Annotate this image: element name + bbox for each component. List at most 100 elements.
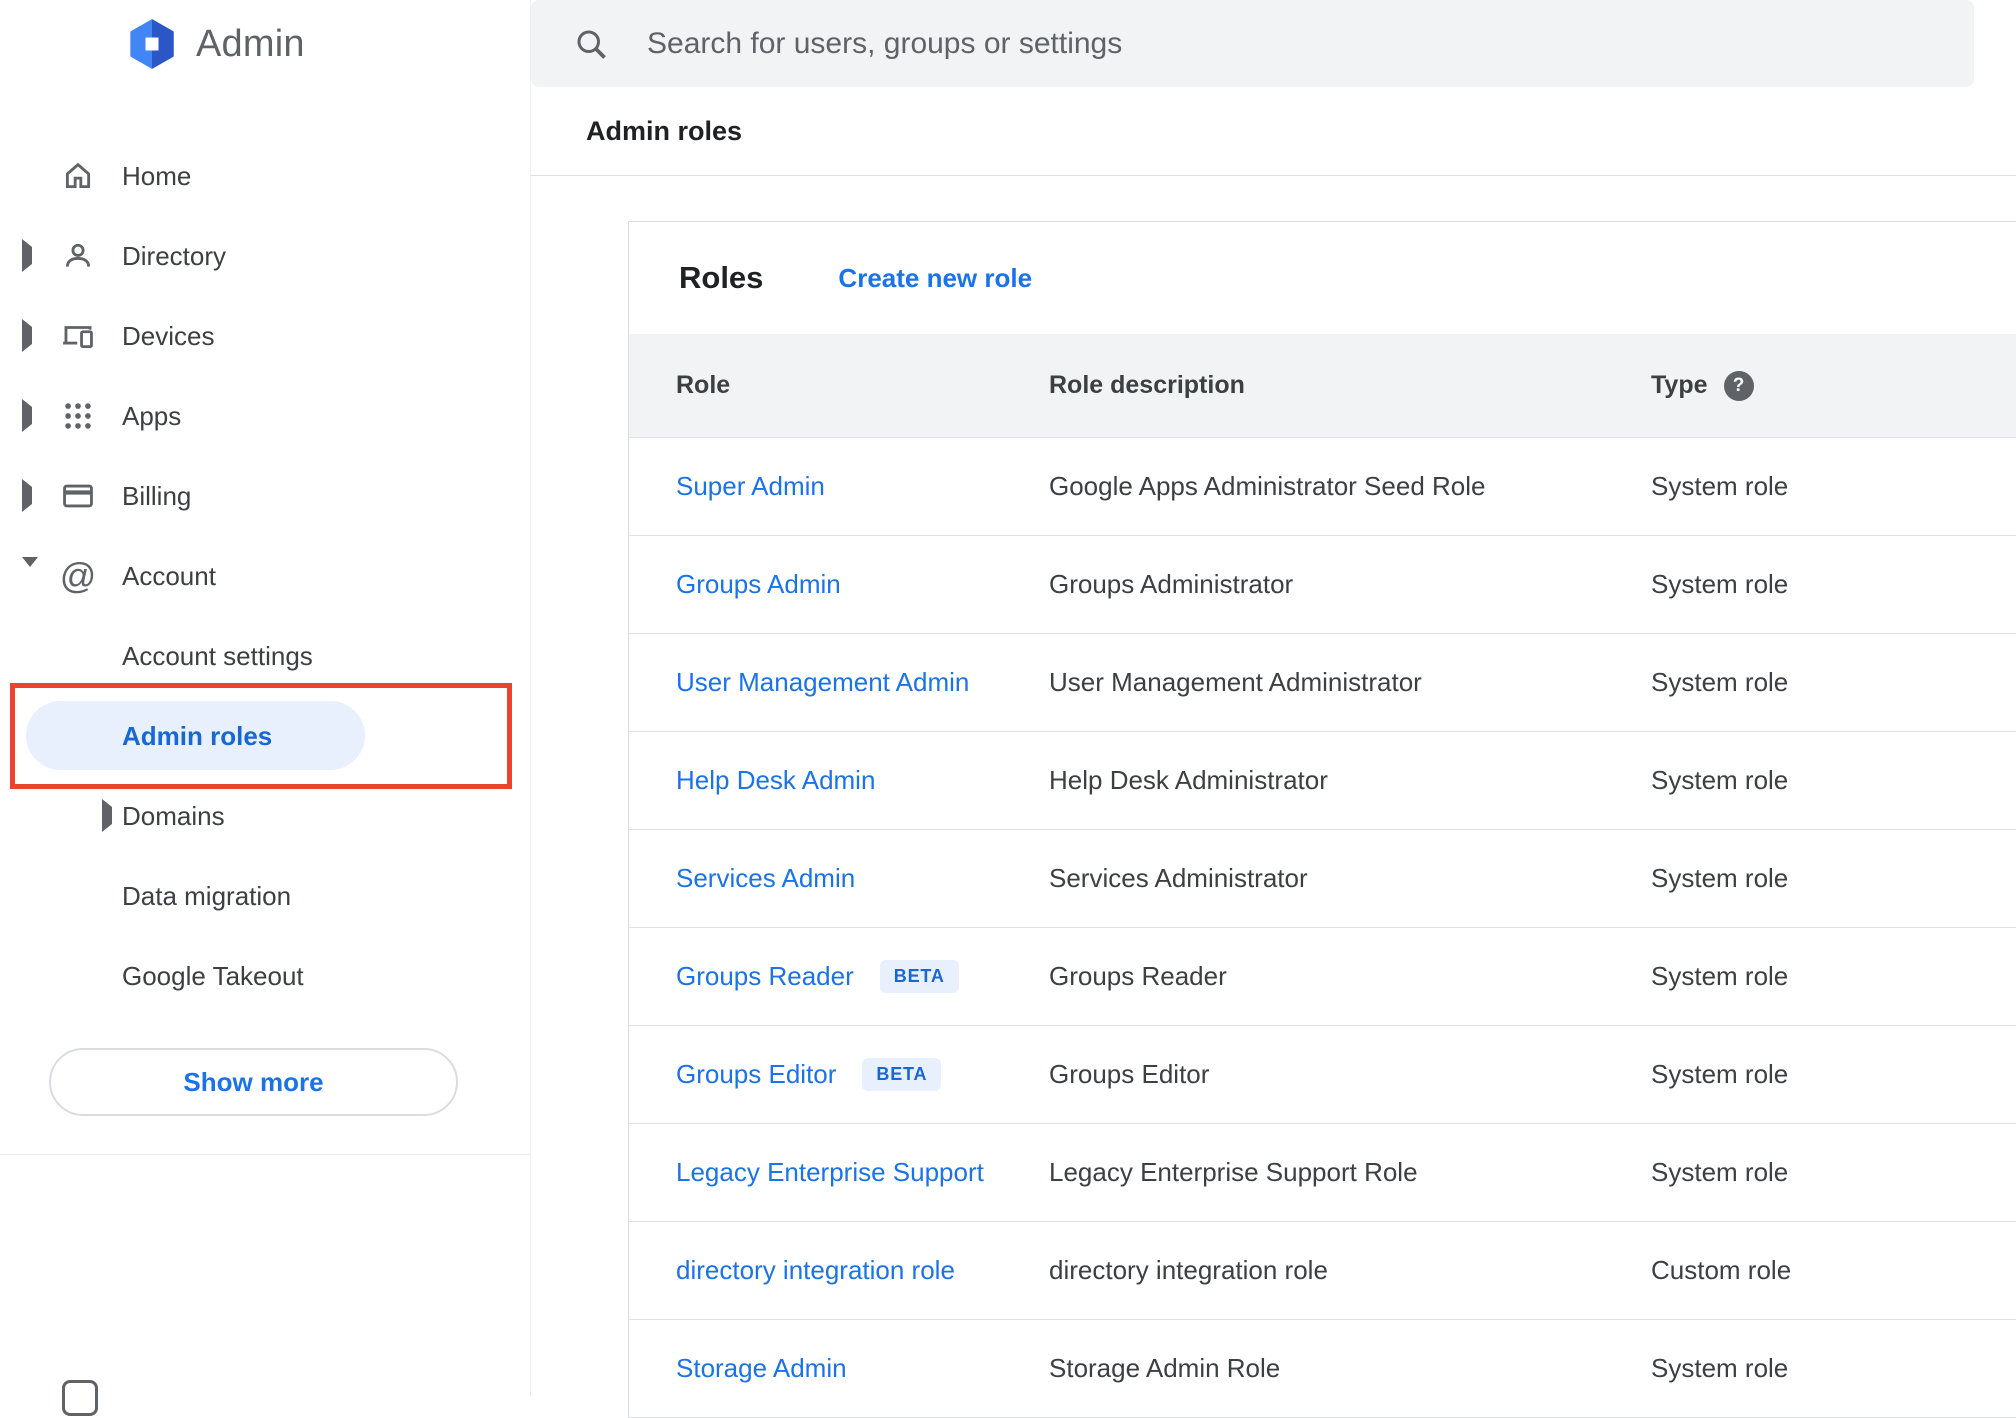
- column-header-description: Role description: [1049, 371, 1245, 399]
- table-row: Storage Admin Storage Admin Role System …: [629, 1319, 2016, 1417]
- table-row: User Management Admin User Management Ad…: [629, 633, 2016, 731]
- sidebar-item-label: Directory: [122, 240, 227, 271]
- app-title: Admin: [196, 22, 305, 65]
- role-link[interactable]: User Management Admin: [676, 667, 969, 698]
- chevron-right-icon[interactable]: [22, 399, 32, 432]
- role-link[interactable]: directory integration role: [676, 1255, 955, 1286]
- role-description: Groups Editor: [1049, 1059, 1210, 1089]
- beta-badge: BETA: [879, 960, 959, 993]
- role-description: Groups Reader: [1049, 961, 1227, 991]
- chevron-right-icon[interactable]: [102, 799, 112, 832]
- person-icon: [60, 238, 96, 274]
- sidebar-item-home[interactable]: Home: [0, 136, 530, 216]
- main-content: Admin roles Roles Create new role Role R…: [531, 0, 2016, 1418]
- sidebar-item-label: Apps: [122, 400, 182, 431]
- sidebar-item-label: Account: [122, 560, 216, 591]
- table-row: directory integration role directory int…: [629, 1221, 2016, 1319]
- role-type: System role: [1651, 863, 1789, 893]
- chevron-right-icon[interactable]: [22, 239, 32, 272]
- role-link[interactable]: Groups Editor: [676, 1059, 836, 1090]
- role-type: System role: [1651, 1157, 1789, 1187]
- roles-card-header: Roles Create new role: [629, 222, 2016, 334]
- sidebar: Admin Home Directory Devices Apps Billin…: [0, 0, 531, 1416]
- devices-icon: [60, 318, 96, 354]
- sidebar-item-google-takeout[interactable]: Google Takeout: [0, 936, 530, 1016]
- search-bar[interactable]: [531, 0, 1974, 87]
- role-description: Google Apps Administrator Seed Role: [1049, 471, 1486, 501]
- role-type: System role: [1651, 765, 1789, 795]
- role-type: System role: [1651, 1353, 1789, 1383]
- table-row: Groups Editor BETA Groups Editor System …: [629, 1025, 2016, 1123]
- role-type: Custom role: [1651, 1255, 1792, 1285]
- role-description: User Management Administrator: [1049, 667, 1422, 697]
- sidebar-item-label: Devices: [122, 320, 215, 351]
- search-input[interactable]: [647, 26, 1974, 61]
- admin-logo: Admin: [126, 17, 305, 71]
- column-header-type: Type ?: [1651, 370, 2016, 401]
- sidebar-item-apps[interactable]: Apps: [0, 376, 530, 456]
- sidebar-divider: [0, 1154, 531, 1155]
- role-description: Help Desk Administrator: [1049, 765, 1328, 795]
- role-link[interactable]: Storage Admin: [676, 1353, 847, 1384]
- create-new-role-link[interactable]: Create new role: [838, 263, 1032, 294]
- table-row: Services Admin Services Administrator Sy…: [629, 829, 2016, 927]
- table-row: Help Desk Admin Help Desk Administrator …: [629, 731, 2016, 829]
- roles-title: Roles: [679, 260, 764, 295]
- role-type: System role: [1651, 471, 1789, 501]
- table-row: Groups Reader BETA Groups Reader System …: [629, 927, 2016, 1025]
- sidebar-item-account[interactable]: @ Account: [0, 536, 530, 616]
- role-link[interactable]: Services Admin: [676, 863, 855, 894]
- partial-nav-icon: [62, 1380, 98, 1416]
- credit-card-icon: [60, 478, 96, 514]
- role-description: Storage Admin Role: [1049, 1353, 1281, 1383]
- apps-grid-icon: [60, 398, 96, 434]
- role-type: System role: [1651, 569, 1789, 599]
- role-type: System role: [1651, 667, 1789, 697]
- role-description: Legacy Enterprise Support Role: [1049, 1157, 1418, 1187]
- role-description: Groups Administrator: [1049, 569, 1294, 599]
- sidebar-item-label: Google Takeout: [122, 960, 304, 991]
- sidebar-item-domains[interactable]: Domains: [0, 776, 530, 856]
- sidebar-item-billing[interactable]: Billing: [0, 456, 530, 536]
- sidebar-item-account-settings[interactable]: Account settings: [0, 616, 530, 696]
- search-icon: [577, 30, 606, 59]
- role-description: Services Administrator: [1049, 863, 1308, 893]
- column-header-role: Role: [676, 371, 731, 399]
- sidebar-item-admin-roles[interactable]: Admin roles: [0, 696, 530, 776]
- role-type: System role: [1651, 961, 1789, 991]
- sidebar-item-data-migration[interactable]: Data migration: [0, 856, 530, 936]
- role-link[interactable]: Groups Admin: [676, 569, 841, 600]
- role-type: System role: [1651, 1059, 1789, 1089]
- chevron-down-icon[interactable]: [22, 557, 38, 585]
- show-more-button[interactable]: Show more: [49, 1048, 458, 1116]
- role-link[interactable]: Help Desk Admin: [676, 765, 875, 796]
- sidebar-item-label: Admin roles: [122, 720, 273, 751]
- table-row: Super Admin Google Apps Administrator Se…: [629, 437, 2016, 535]
- sidebar-item-label: Domains: [122, 800, 225, 831]
- role-link[interactable]: Super Admin: [676, 471, 825, 502]
- admin-logo-icon: [130, 19, 174, 69]
- sidebar-item-label: Billing: [122, 480, 192, 511]
- chevron-right-icon[interactable]: [22, 319, 32, 352]
- at-icon: @: [59, 555, 97, 596]
- sidebar-item-label: Account settings: [122, 640, 313, 671]
- roles-card: Roles Create new role Role Role descript…: [628, 221, 2016, 1418]
- breadcrumb-bar: Admin roles: [531, 87, 2016, 176]
- beta-badge: BETA: [862, 1058, 942, 1091]
- table-row: Legacy Enterprise Support Legacy Enterpr…: [629, 1123, 2016, 1221]
- role-link[interactable]: Legacy Enterprise Support: [676, 1157, 984, 1188]
- role-description: directory integration role: [1049, 1255, 1328, 1285]
- sidebar-item-label: Data migration: [122, 880, 292, 911]
- sidebar-item-label: Home: [122, 160, 192, 191]
- home-icon: [60, 158, 96, 194]
- role-link[interactable]: Groups Reader: [676, 961, 854, 992]
- breadcrumb: Admin roles: [586, 115, 743, 146]
- sidebar-header: Admin: [0, 0, 530, 88]
- help-icon[interactable]: ?: [1723, 370, 1754, 401]
- table-row: Groups Admin Groups Administrator System…: [629, 535, 2016, 633]
- sidebar-item-devices[interactable]: Devices: [0, 296, 530, 376]
- sidebar-item-directory[interactable]: Directory: [0, 216, 530, 296]
- sidebar-nav: Home Directory Devices Apps Billing @ Ac…: [0, 136, 530, 1016]
- chevron-right-icon[interactable]: [22, 479, 32, 512]
- table-header-row: Role Role description Type ?: [629, 334, 2016, 437]
